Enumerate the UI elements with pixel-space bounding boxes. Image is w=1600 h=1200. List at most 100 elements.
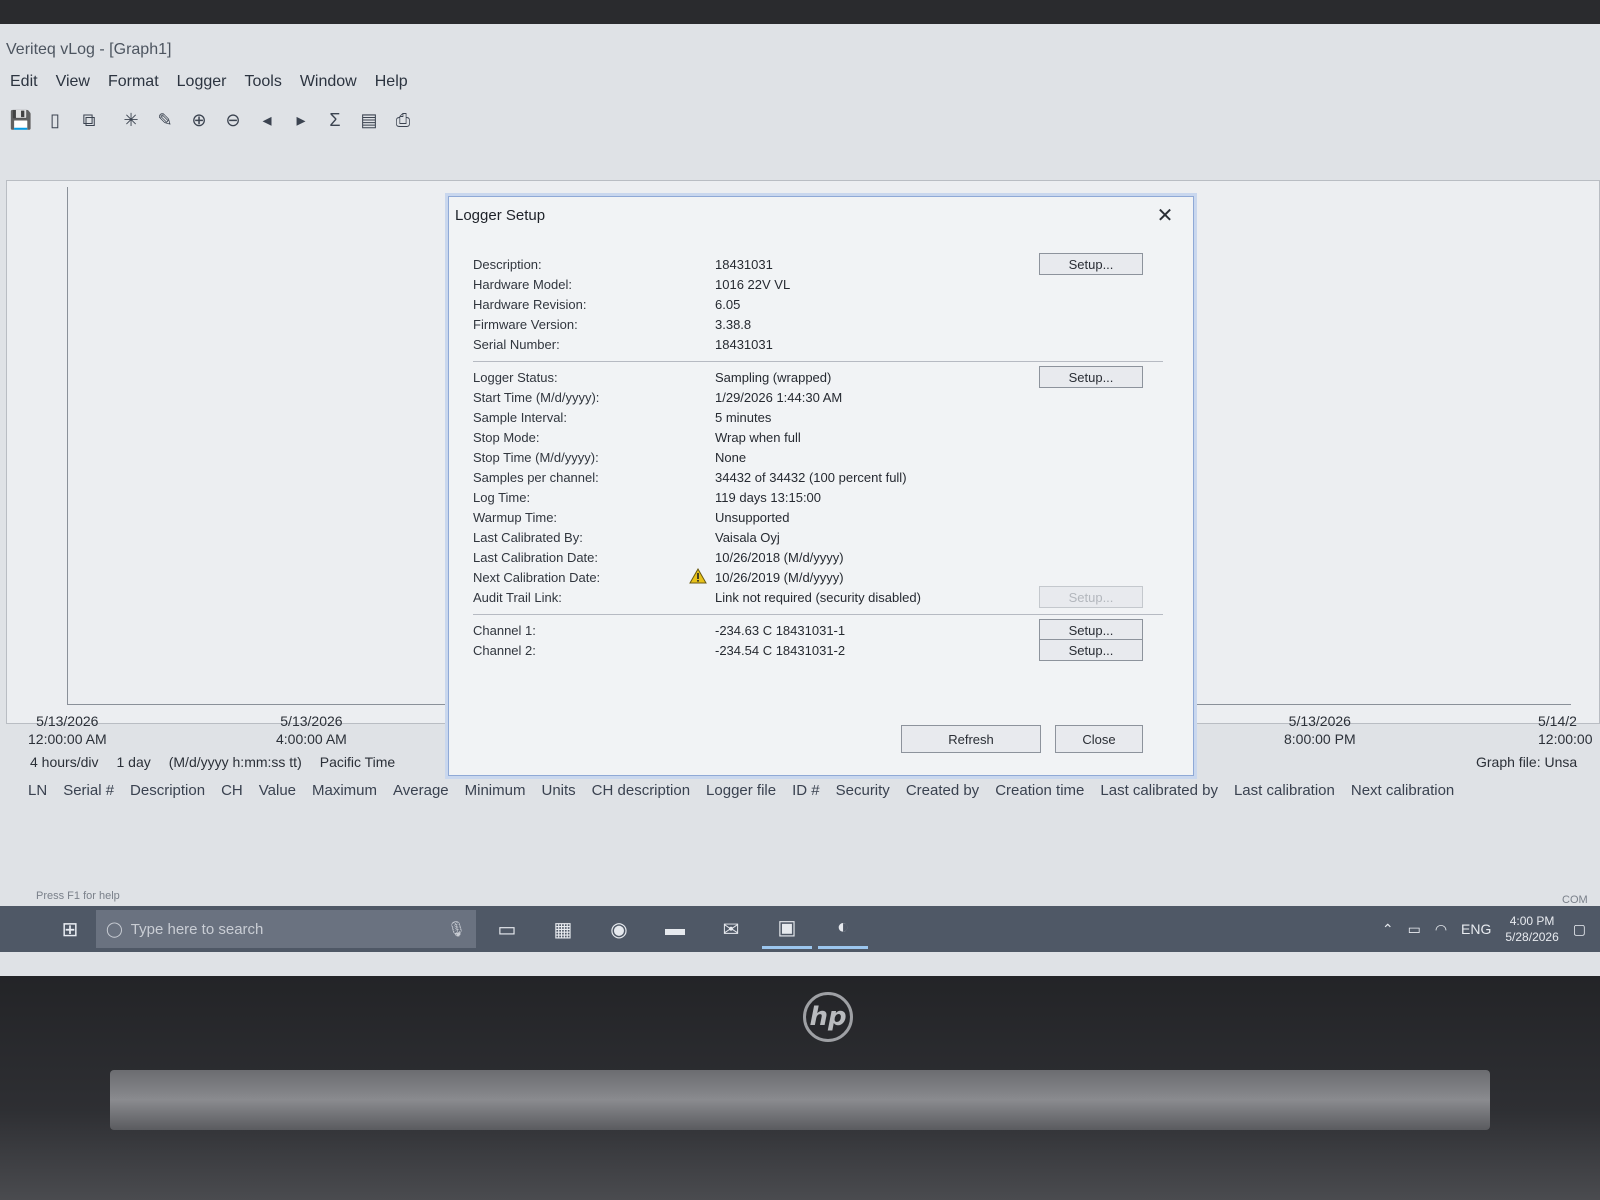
menu-edit[interactable]: Edit	[10, 73, 38, 91]
vaisala-app-icon[interactable]: ▣	[762, 909, 812, 949]
mail-icon[interactable]: ✉	[706, 909, 756, 949]
battery-icon[interactable]: ▭	[1408, 921, 1421, 938]
info-row: Stop Time (M/d/yyyy): None	[473, 450, 747, 465]
column-header[interactable]: Average	[393, 782, 451, 806]
dialog-body: Description: 18431031 Setup... Hardware …	[473, 253, 1163, 661]
column-header[interactable]: Maximum	[312, 782, 379, 806]
column-header[interactable]: Next calibration	[1351, 782, 1456, 806]
taskbar: ⊞ ◯ Type here to search 🎙 ▭ ▦ ◉ ▬ ✉ ▣ ◐ …	[0, 906, 1600, 952]
time-span: 1 day	[116, 754, 151, 770]
chevron-up-icon[interactable]: ⌃	[1382, 921, 1394, 938]
info-row: Next Calibration Date: 10/26/2019 (M/d/y…	[473, 568, 844, 585]
column-header[interactable]: ID #	[792, 782, 822, 806]
prev-icon[interactable]: ◂	[252, 104, 282, 136]
column-header[interactable]: Creation time	[995, 782, 1086, 806]
edit-icon[interactable]: ✎	[150, 104, 180, 136]
close-button[interactable]: Close	[1055, 725, 1143, 753]
print-icon[interactable]: ⎙	[388, 104, 418, 136]
menu-help[interactable]: Help	[375, 73, 408, 91]
refresh-button[interactable]: Refresh	[901, 725, 1041, 753]
file-explorer-icon[interactable]: ▬	[650, 909, 700, 949]
open-icon[interactable]: ▯	[40, 104, 70, 136]
menu-view[interactable]: View	[56, 73, 90, 91]
menu-format[interactable]: Format	[108, 73, 159, 91]
column-header[interactable]: Minimum	[465, 782, 528, 806]
stats-icon[interactable]: Σ	[320, 104, 350, 136]
window-title: Veriteq vLog - [Graph1]	[6, 41, 172, 58]
column-header[interactable]: Units	[541, 782, 577, 806]
status-bar-text: Press F1 for help	[36, 890, 120, 902]
channel-table-header: LN Serial # Description CH Value Maximum…	[28, 782, 1456, 806]
next-icon[interactable]: ▸	[286, 104, 316, 136]
column-header[interactable]: Value	[259, 782, 298, 806]
menu-window[interactable]: Window	[300, 73, 357, 91]
clock-date: 5/28/2026	[1505, 930, 1559, 944]
dialog-title: Logger Setup	[455, 207, 546, 224]
taskbar-search[interactable]: ◯ Type here to search 🎙	[96, 910, 476, 948]
info-row: Log Time: 119 days 13:15:00	[473, 490, 822, 505]
column-header[interactable]: Description	[130, 782, 207, 806]
x-tick-label: 5/13/2026 8:00:00 PM	[1284, 713, 1356, 747]
logger-status-setup-button[interactable]: Setup...	[1039, 366, 1143, 388]
channel-2-setup-button[interactable]: Setup...	[1039, 639, 1143, 661]
menu-logger[interactable]: Logger	[177, 73, 227, 91]
section-divider	[473, 614, 1163, 615]
warning-icon	[689, 568, 707, 584]
column-header[interactable]: Security	[836, 782, 892, 806]
column-header[interactable]: Last calibrated by	[1100, 782, 1220, 806]
wifi-icon[interactable]: ◠	[1435, 921, 1447, 938]
close-icon[interactable]: ✕	[1151, 201, 1179, 229]
microphone-icon[interactable]: 🎙	[447, 920, 466, 938]
taskbar-clock[interactable]: 4:00 PM 5/28/2026	[1505, 913, 1558, 945]
toolbar: 💾 ▯ ⧉ ✳ ✎ ⊕ ⊖ ◂ ▸ Σ ▤ ⎙	[0, 98, 1600, 142]
info-row: Sample Interval: 5 minutes	[473, 410, 772, 425]
task-view-icon[interactable]: ▭	[482, 909, 532, 949]
hp-logo-icon: hp	[803, 992, 853, 1042]
vlog-app-icon[interactable]: ◐	[818, 909, 868, 949]
notes-app-icon[interactable]: ▦	[538, 909, 588, 949]
audit-trail-setup-button: Setup...	[1039, 586, 1143, 608]
info-row: Audit Trail Link: Link not required (sec…	[473, 586, 1163, 608]
section-divider	[473, 361, 1163, 362]
channel-row: Channel 1: -234.63 C 18431031-1 Setup...	[473, 619, 1163, 641]
channel-1-setup-button[interactable]: Setup...	[1039, 619, 1143, 641]
info-row: Hardware Model: 1016 22V VL	[473, 277, 791, 292]
column-header[interactable]: Last calibration	[1234, 782, 1337, 806]
cortana-icon: ◯	[106, 921, 123, 938]
clock-time: 4:00 PM	[1509, 914, 1555, 928]
notification-icon[interactable]: ▢	[1573, 921, 1586, 938]
info-row: Serial Number: 18431031	[473, 337, 773, 352]
x-tick-label: 5/13/2026 4:00:00 AM	[276, 713, 347, 747]
language-indicator[interactable]: ENG	[1461, 921, 1491, 937]
timezone: Pacific Time	[319, 754, 396, 770]
description-setup-button[interactable]: Setup...	[1039, 253, 1143, 275]
info-row: Warmup Time: Unsupported	[473, 510, 790, 525]
graph-scale-info: 4 hours/div 1 day (M/d/yyyy h:mm:ss tt) …	[30, 754, 395, 770]
column-header[interactable]: Serial #	[63, 782, 116, 806]
save-icon[interactable]: 💾	[6, 104, 36, 136]
column-header[interactable]: CH	[221, 782, 245, 806]
logger-setup-dialog: Logger Setup ✕ Description: 18431031 Set…	[448, 196, 1194, 776]
scale-per-div: 4 hours/div	[30, 754, 99, 770]
column-header[interactable]: LN	[28, 782, 49, 806]
date-format: (M/d/yyyy h:mm:ss tt)	[168, 754, 302, 770]
info-row: Hardware Revision: 6.05	[473, 297, 741, 312]
cursor-icon[interactable]: ✳	[116, 104, 146, 136]
column-header[interactable]: Logger file	[706, 782, 778, 806]
menu-tools[interactable]: Tools	[244, 73, 281, 91]
info-row: Logger Status: Sampling (wrapped) Setup.…	[473, 366, 1163, 388]
system-tray: ⌃ ▭ ◠ ENG 4:00 PM 5/28/2026 ▢	[1382, 913, 1600, 945]
column-header[interactable]: CH description	[592, 782, 692, 806]
zoom-out-icon[interactable]: ⊖	[218, 104, 248, 136]
laptop-hinge	[110, 1070, 1490, 1130]
info-row: Last Calibrated By: Vaisala Oyj	[473, 530, 780, 545]
zoom-in-icon[interactable]: ⊕	[184, 104, 214, 136]
report-icon[interactable]: ▤	[354, 104, 384, 136]
screen: Veriteq vLog - [Graph1] Edit View Format…	[0, 24, 1600, 976]
x-tick-label: 5/14/2 12:00:00	[1538, 713, 1593, 747]
channel-row: Channel 2: -234.54 C 18431031-2 Setup...	[473, 639, 1163, 661]
column-header[interactable]: Created by	[906, 782, 981, 806]
chrome-icon[interactable]: ◉	[594, 909, 644, 949]
copy-icon[interactable]: ⧉	[74, 104, 104, 136]
windows-start-icon[interactable]: ⊞	[50, 909, 90, 949]
